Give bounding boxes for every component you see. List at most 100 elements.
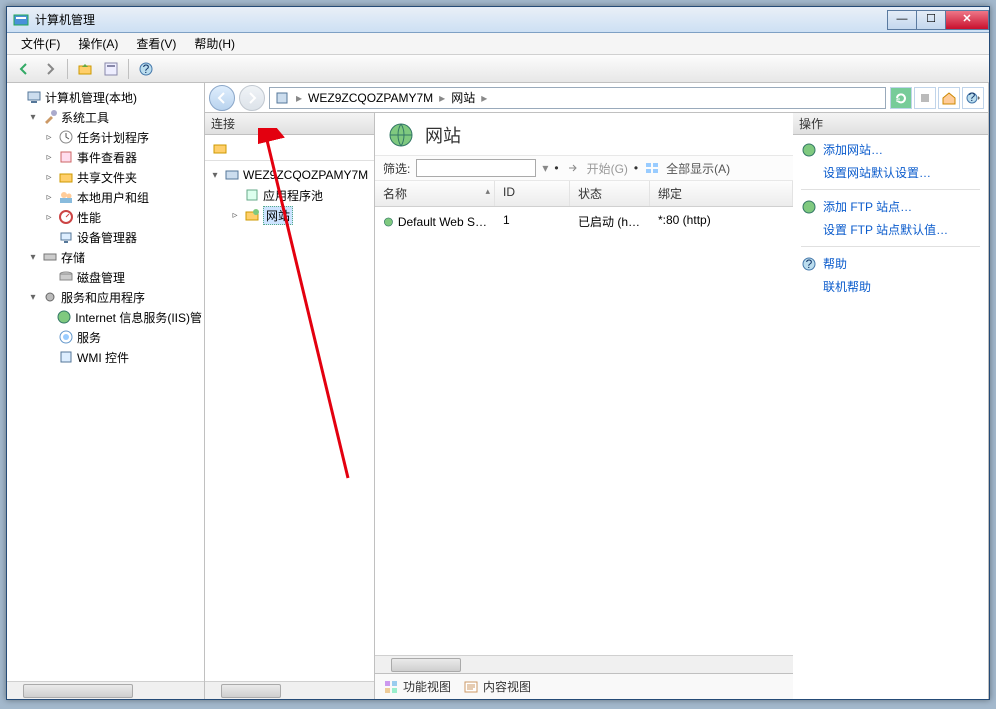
help-small-icon: ?	[801, 256, 817, 272]
tree-root[interactable]: 计算机管理(本地)	[9, 87, 202, 107]
storage-icon	[42, 249, 58, 265]
connect-icon[interactable]	[209, 137, 231, 159]
tree-system-tools[interactable]: ▾系统工具	[9, 107, 202, 127]
content-view-tab[interactable]: 内容视图	[463, 678, 531, 695]
tree-local-users[interactable]: ▹本地用户和组	[9, 187, 202, 207]
sites-large-icon	[387, 121, 415, 149]
grid-header: 名称 ID 状态 绑定	[375, 181, 793, 207]
maximize-button[interactable]: ☐	[916, 10, 946, 30]
menu-help[interactable]: 帮助(H)	[186, 33, 243, 54]
up-level-icon[interactable]	[74, 58, 96, 80]
tree-services-apps[interactable]: ▾服务和应用程序	[9, 287, 202, 307]
app-icon	[13, 12, 29, 28]
minimize-button[interactable]: —	[887, 10, 917, 30]
breadcrumb-server[interactable]: WEZ9ZCQOZPAMY7M	[308, 91, 433, 105]
nav-forward-button[interactable]	[239, 85, 265, 111]
tree-wmi[interactable]: WMI 控件	[9, 347, 202, 367]
features-view-tab[interactable]: 功能视图	[383, 678, 451, 695]
help-icon[interactable]: ?	[135, 58, 157, 80]
tree-services[interactable]: 服务	[9, 327, 202, 347]
users-icon	[58, 189, 74, 205]
filter-input[interactable]	[416, 159, 536, 177]
add-site-icon	[801, 142, 817, 158]
properties-icon[interactable]	[100, 58, 122, 80]
menu-file[interactable]: 文件(F)	[13, 33, 68, 54]
action-add-ftp[interactable]: 添加 FTP 站点…	[801, 198, 980, 215]
breadcrumb[interactable]: ▸ WEZ9ZCQOZPAMY7M ▸ 网站 ▸	[269, 87, 886, 109]
nav-back-button[interactable]	[209, 85, 235, 111]
close-button[interactable]: ✕	[945, 10, 989, 30]
globe-icon	[383, 214, 394, 230]
connections-pane: 连接 ▾WEZ9ZCQOZPAMY7M 应用程序池 ▹网站	[205, 113, 375, 699]
window-buttons: — ☐ ✕	[888, 10, 989, 30]
window-title: 计算机管理	[35, 11, 888, 28]
action-online-help[interactable]: 联机帮助	[801, 278, 980, 295]
action-add-website[interactable]: 添加网站…	[801, 141, 980, 158]
help-dropdown-icon[interactable]: ?	[962, 87, 984, 109]
stop-icon[interactable]	[914, 87, 936, 109]
disk-icon	[58, 269, 74, 285]
menu-action[interactable]: 操作(A)	[70, 33, 126, 54]
tree-disk-mgmt[interactable]: 磁盘管理	[9, 267, 202, 287]
filter-label: 筛选:	[383, 160, 410, 177]
tree-event-viewer[interactable]: ▹事件查看器	[9, 147, 202, 167]
action-site-defaults[interactable]: 设置网站默认设置…	[801, 164, 980, 181]
mmc-toolbar: ?	[7, 55, 989, 83]
page-title: 网站	[425, 122, 461, 148]
col-binding[interactable]: 绑定	[650, 181, 793, 206]
grid-scrollbar[interactable]	[375, 655, 793, 673]
divider	[801, 246, 980, 247]
iis-icon	[56, 309, 72, 325]
tree-iis[interactable]: Internet 信息服务(IIS)管	[9, 307, 202, 327]
event-icon	[58, 149, 74, 165]
content-title: 网站	[375, 113, 793, 155]
tree-storage[interactable]: ▾存储	[9, 247, 202, 267]
action-help[interactable]: ?帮助	[801, 255, 980, 272]
svg-text:?: ?	[143, 62, 150, 76]
tree-device-manager[interactable]: 设备管理器	[9, 227, 202, 247]
svg-text:?: ?	[806, 257, 813, 271]
addr-tools: ?	[890, 87, 984, 109]
home-icon[interactable]	[938, 87, 960, 109]
table-row[interactable]: Default Web S… 1 已启动 (ht… *:80 (http)	[375, 207, 793, 236]
forward-button[interactable]	[39, 58, 61, 80]
col-id[interactable]: ID	[495, 181, 570, 206]
view-switcher: 功能视图 内容视图	[375, 673, 793, 699]
actions-pane: 操作 添加网站… 设置网站默认设置… 添加 FTP 站点… 设置 FTP 站点默…	[793, 113, 988, 699]
body: 计算机管理(本地) ▾系统工具 ▹任务计划程序 ▹事件查看器 ▹共享文件夹 ▹本…	[7, 83, 989, 699]
computer-icon	[26, 89, 42, 105]
showall-icon	[644, 160, 660, 176]
features-icon	[383, 679, 399, 695]
conn-apppools[interactable]: 应用程序池	[207, 185, 372, 205]
tree-task-scheduler[interactable]: ▹任务计划程序	[9, 127, 202, 147]
clock-icon	[58, 129, 74, 145]
sites-grid: 名称 ID 状态 绑定 Default Web S… 1 已启动 (ht… *:…	[375, 181, 793, 655]
server-node-icon	[224, 167, 240, 183]
svg-text:?: ?	[969, 90, 976, 104]
conn-sites[interactable]: ▹网站	[207, 205, 372, 225]
mmc-tree-pane: 计算机管理(本地) ▾系统工具 ▹任务计划程序 ▹事件查看器 ▹共享文件夹 ▹本…	[7, 83, 205, 699]
breadcrumb-sites[interactable]: 网站	[451, 89, 475, 106]
tools-icon	[42, 109, 58, 125]
tree-shared-folders[interactable]: ▹共享文件夹	[9, 167, 202, 187]
server-icon	[274, 90, 290, 106]
filter-bar: 筛选: ▾ • 开始(G) • 全部显示(A)	[375, 155, 793, 181]
conn-server[interactable]: ▾WEZ9ZCQOZPAMY7M	[207, 165, 372, 185]
menu-view[interactable]: 查看(V)	[128, 33, 184, 54]
col-status[interactable]: 状态	[570, 181, 650, 206]
connections-header: 连接	[205, 113, 374, 135]
menubar: 文件(F) 操作(A) 查看(V) 帮助(H)	[7, 33, 989, 55]
action-ftp-defaults[interactable]: 设置 FTP 站点默认值…	[801, 221, 980, 238]
col-name[interactable]: 名称	[375, 181, 495, 206]
showall-link[interactable]: 全部显示(A)	[666, 160, 730, 177]
left-scrollbar[interactable]	[7, 681, 204, 699]
go-icon	[565, 160, 581, 176]
wmi-icon	[58, 349, 74, 365]
perf-icon	[58, 209, 74, 225]
mid-body: 连接 ▾WEZ9ZCQOZPAMY7M 应用程序池 ▹网站 网站	[205, 113, 988, 699]
start-link[interactable]: 开始(G)	[587, 160, 628, 177]
refresh-icon[interactable]	[890, 87, 912, 109]
back-button[interactable]	[13, 58, 35, 80]
tree-performance[interactable]: ▹性能	[9, 207, 202, 227]
conn-scrollbar[interactable]	[205, 681, 374, 699]
